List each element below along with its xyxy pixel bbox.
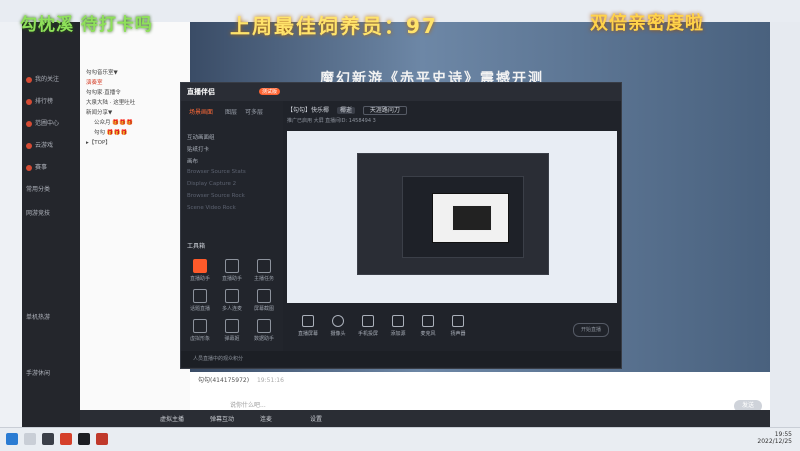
overlay-caption-right: 双倍亲密度啦 [590,13,704,34]
tree-item[interactable]: 公众月 🎁🎁🎁 [94,118,133,126]
mic-icon [225,289,239,303]
companion-footer: 人员直播中的观众积分 [181,351,621,367]
phone-icon [362,315,374,327]
tool-data[interactable]: 数据助手 [249,319,279,342]
cloud-icon [26,142,32,149]
tree-item[interactable]: 勾勾音乐室▼ [86,68,118,76]
overlay-caption-center: 上周最佳饲养员：97 [230,14,438,38]
chart-icon [257,319,271,333]
monitor-icon [302,315,314,327]
app-icon[interactable] [78,433,90,445]
toolbox-title: 工具箱 [187,243,206,250]
layer-item[interactable]: 画布 [187,157,198,165]
tool-avatar[interactable]: 虚拟形象 [185,319,215,342]
layer-item[interactable]: Browser Source Stats [187,169,246,175]
companion-sidebar: 场景画面 图层 可多层 互动画面组 贴纸打卡 画布 Browser Source… [181,101,283,351]
room-status-line: 推广已启用 大屏 直播间ID: 1458494 3 [287,118,376,124]
tool-danmaku[interactable]: 弹幕姬 [217,319,247,342]
tool-tasks[interactable]: 主播任务 [249,259,279,282]
app-icon[interactable] [96,433,108,445]
speaker-button[interactable]: 扬声器 [443,315,473,337]
person-icon [225,259,239,273]
room-tag[interactable]: 椰逝 [336,107,355,114]
sidebar-item-center[interactable]: 范圃中心 [26,118,80,130]
overlay-caption-left: 勾枕溪 待打卡吗 [20,15,153,35]
tab-layer[interactable]: 图层 [225,107,237,116]
start-icon[interactable] [6,433,18,445]
live-companion-window: 直播伴侣 测试版 场景画面 图层 可多层 互动画面组 贴纸打卡 画布 Brows… [180,82,622,369]
app-sidebar: 我的关注 排行榜 范圃中心 云游戏 赛事 常用分类 网游竞技 单机热游 手游休闲 [22,22,80,427]
camera-icon [332,315,344,327]
system-clock: 19:55 2022/12/25 [757,431,792,445]
camera-button[interactable]: 摄像头 [323,315,353,337]
live-bar-danmaku[interactable]: 弹幕互动 [210,414,234,423]
tool-multi-mic[interactable]: 多人连麦 [217,289,247,312]
tree-item[interactable]: 新闻分享▼ [86,108,112,116]
tree-item[interactable]: 演奏室 [86,78,103,86]
plus-icon [392,315,404,327]
microphone-button[interactable]: 麦克风 [413,315,443,337]
avatar-icon [193,319,207,333]
phone-cast-button[interactable]: 手机投屏 [353,315,383,337]
sidebar-item-events[interactable]: 赛事 [26,162,80,174]
tool-assistant-2[interactable]: 直播助手 [217,259,247,282]
speaker-icon [452,315,464,327]
heart-icon [26,76,32,83]
layer-item[interactable]: 互动画面组 [187,133,215,141]
layer-item[interactable]: Display Capture 2 [187,181,236,187]
task-icon [257,259,271,273]
companion-logo: 直播伴侣 [187,88,215,96]
room-tree-panel: 勾勾音乐室▼ 演奏室 勾勾家·直播令 大泉大陆 · 这里吐吐 新闻分享▼ 公众月… [80,22,190,427]
layer-item[interactable]: 贴纸打卡 [187,145,209,153]
add-source-button[interactable]: 添加源 [383,315,413,337]
center-icon [26,120,32,127]
tree-item[interactable]: 勾勾家·直播令 [86,88,121,96]
companion-toolbar: 直播屏幕 摄像头 手机投屏 添加源 麦克风 扬声器 开始直播 [287,311,617,349]
sidebar-item-follow[interactable]: 我的关注 [26,74,80,86]
right-gift-panel [770,22,800,427]
tree-item[interactable]: ▸【TOP】 [86,138,111,146]
tree-item[interactable]: 勾勾 🎁🎁🎁 [94,128,127,136]
chat-message: 勾勾(414175972) 19:51:16 [198,377,284,384]
sidebar-item-common[interactable]: 常用分类 [26,184,80,196]
live-bar-avatar[interactable]: 虚拟主播 [160,414,184,423]
start-live-button[interactable]: 开始直播 [573,323,609,337]
sidebar-item-mobile[interactable]: 手游休闲 [26,368,80,380]
tool-assistant[interactable]: 直播助手 [185,259,215,282]
sidebar-item-single[interactable]: 单机热游 [26,312,80,324]
app-icon[interactable] [60,433,72,445]
windows-taskbar: 19:55 2022/12/25 [0,427,800,451]
live-bottom-bar: 虚拟主播 弹幕互动 连麦 设置 [80,410,770,427]
search-icon[interactable] [24,433,36,445]
assistant-icon [193,259,207,273]
beta-badge: 测试版 [259,88,281,95]
stream-preview [287,131,617,303]
tab-multi[interactable]: 可多层 [245,107,263,116]
companion-header: 直播伴侣 测试版 [181,83,621,101]
tree-item[interactable]: 大泉大陆 · 这里吐吐 [86,98,135,106]
rank-icon [26,98,32,105]
trophy-icon [26,164,32,171]
tool-topic[interactable]: 话题直播 [185,289,215,312]
microphone-icon [422,315,434,327]
sidebar-item-online[interactable]: 网游竞技 [26,208,80,220]
nested-preview-4 [452,205,492,231]
room-mode-select[interactable]: 天涯路问刀 [362,106,407,115]
tab-scene[interactable]: 场景画面 [189,107,213,116]
screenshot-icon [257,289,271,303]
app-icon[interactable] [42,433,54,445]
sidebar-item-rank[interactable]: 排行榜 [26,96,80,108]
danmaku-icon [225,319,239,333]
room-title-row: 【勾勾】快乐椰 椰逝 天涯路问刀 [287,105,407,115]
screen-capture-button[interactable]: 直播屏幕 [293,315,323,337]
desktop-left-strip [0,22,22,427]
sidebar-item-cloud[interactable]: 云游戏 [26,140,80,152]
topic-icon [193,289,207,303]
live-bar-settings[interactable]: 设置 [310,414,322,423]
layer-item[interactable]: Scene Video Rock [187,205,236,211]
tool-screenshot[interactable]: 屏幕截图 [249,289,279,312]
layer-item[interactable]: Browser Source Rock [187,193,245,199]
live-bar-mic[interactable]: 连麦 [260,414,272,423]
